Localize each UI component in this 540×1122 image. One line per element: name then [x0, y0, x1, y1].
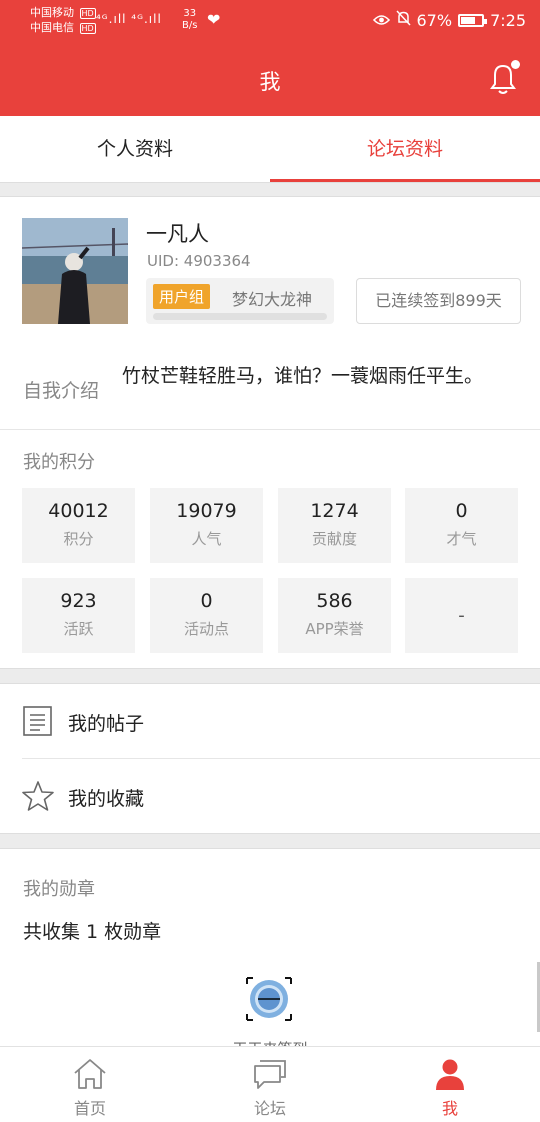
speed-value: 33 [183, 8, 197, 19]
star-icon [22, 780, 54, 812]
group-progress-bar [153, 313, 327, 320]
avatar[interactable] [22, 218, 128, 324]
daily-signin-badge[interactable] [245, 976, 293, 1022]
battery-icon [458, 13, 488, 27]
notification-dot [511, 60, 520, 69]
badge-count: 共收集 1 枚勋章 [23, 921, 162, 943]
app-header: 我 [0, 42, 540, 116]
bio-label: 自我介绍 [23, 380, 100, 402]
hd-badge: HD [79, 23, 96, 34]
carrier-1: 中国移动 [30, 6, 74, 19]
score-value: 19079 [176, 500, 237, 522]
page-title: 我 [259, 70, 281, 94]
score-cell-popularity: 19079 人气 [150, 488, 263, 563]
score-cell-points: 40012 积分 [22, 488, 135, 563]
bio-text: 竹杖芒鞋轻胜马，谁怕？一蓑烟雨任平生。 [122, 365, 484, 387]
score-label: 活动点 [183, 620, 229, 638]
score-cell-app-honor: 586 APP荣誉 [278, 578, 391, 653]
tab-forum-info[interactable]: 论坛资料 [270, 116, 540, 182]
user-uid: UID: 4903364 [147, 252, 251, 270]
status-bar: 中国移动 HD 中国电信 HD ⁴ᴳ.ıll ⁴ᴳ.ıll 33 B/s ❤ 6… [0, 0, 540, 42]
nav-me-label: 我 [441, 1099, 458, 1118]
signal-icon: ⁴ᴳ.ıll ⁴ᴳ.ıll [96, 12, 162, 26]
nav-home-label: 首页 [73, 1099, 106, 1118]
forum-icon [252, 1057, 288, 1091]
user-group-box: 用户组 梦幻大龙神 [146, 278, 334, 324]
bottom-nav: 首页 论坛 我 [0, 1046, 540, 1122]
user-group-name: 梦幻大龙神 [232, 290, 313, 309]
divider [0, 429, 540, 430]
mute-bell-icon [395, 10, 411, 30]
score-cell-empty: - [405, 578, 518, 653]
score-cell-activity: 923 活跃 [22, 578, 135, 653]
score-label: 贡献度 [311, 530, 357, 548]
score-value: 1274 [310, 500, 359, 522]
nav-home[interactable]: 首页 [0, 1047, 180, 1122]
hd-badge: HD [79, 8, 96, 19]
score-cell-event-points: 0 活动点 [150, 578, 263, 653]
carrier-info: 中国移动 HD 中国电信 HD [30, 5, 96, 35]
score-cell-talent: 0 才气 [405, 488, 518, 563]
nav-forum[interactable]: 论坛 [180, 1047, 360, 1122]
my-favorites-label: 我的收藏 [68, 788, 145, 810]
score-value: 0 [200, 590, 213, 612]
divider [0, 833, 540, 849]
score-value: 923 [60, 590, 97, 612]
notification-bell-icon[interactable] [486, 60, 520, 96]
username: 一凡人 [146, 222, 209, 246]
profile-tabs: 个人资料 论坛资料 [0, 116, 540, 182]
score-value: 40012 [48, 500, 109, 522]
tab-personal-info[interactable]: 个人资料 [0, 116, 270, 182]
score-label: 人气 [191, 530, 222, 548]
my-favorites-item[interactable]: 我的收藏 [0, 759, 540, 833]
speed-unit: B/s [182, 20, 198, 31]
eye-icon [372, 11, 390, 30]
carrier-2: 中国电信 [30, 21, 74, 34]
score-label: APP荣誉 [305, 620, 364, 638]
battery-percent: 67% [416, 10, 453, 30]
score-label: 活跃 [63, 620, 94, 638]
heart-rate-icon: ❤ [207, 10, 221, 29]
score-label: 才气 [446, 530, 477, 548]
score-value: 0 [455, 500, 468, 522]
score-label: 积分 [63, 530, 94, 548]
network-speed: 33 B/s [182, 8, 197, 32]
divider [0, 182, 540, 197]
divider [0, 668, 540, 684]
score-value: - [458, 605, 465, 626]
document-icon [22, 705, 53, 737]
my-posts-item[interactable]: 我的帖子 [0, 684, 540, 758]
my-posts-label: 我的帖子 [68, 713, 145, 735]
nav-me[interactable]: 我 [360, 1047, 540, 1122]
scores-title: 我的积分 [23, 452, 95, 473]
nav-forum-label: 论坛 [253, 1099, 286, 1118]
signin-streak-button[interactable]: 已连续签到899天 [356, 278, 521, 324]
score-value: 586 [316, 590, 353, 612]
user-group-tag: 用户组 [153, 284, 211, 309]
badges-title: 我的勋章 [23, 879, 95, 900]
home-icon [72, 1057, 108, 1091]
clock: 7:25 [490, 10, 526, 30]
person-icon [432, 1057, 468, 1091]
score-cell-contribution: 1274 贡献度 [278, 488, 391, 563]
